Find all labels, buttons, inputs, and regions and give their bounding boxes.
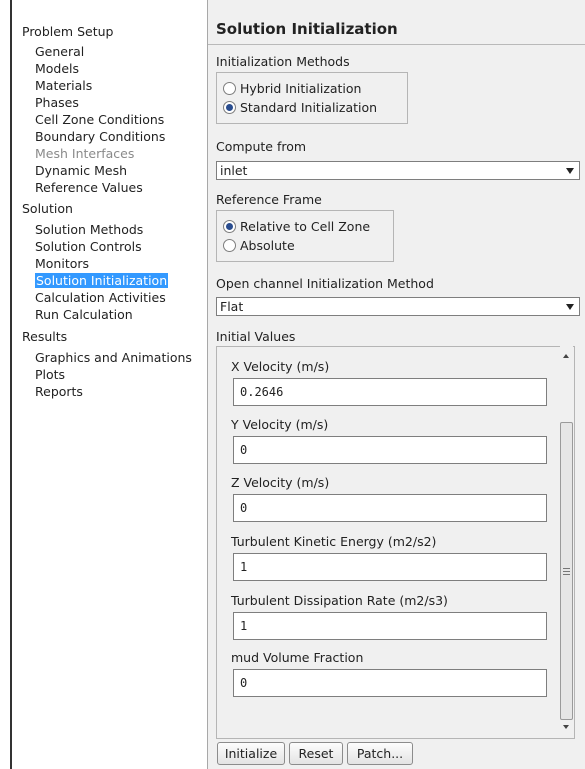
z-velocity-label: Z Velocity (m/s) [231, 475, 330, 490]
y-velocity-input[interactable] [233, 436, 547, 464]
grip-line [563, 574, 570, 575]
initial-values-label: Initial Values [216, 329, 296, 344]
chevron-down-icon[interactable] [566, 168, 574, 174]
open-channel-dropdown[interactable]: Flat [216, 297, 580, 316]
tree-item-solution-initialization[interactable]: Solution Initialization [35, 273, 169, 288]
scrollbar-thumb[interactable] [560, 422, 573, 720]
tree-item-dynamic-mesh[interactable]: Dynamic Mesh [35, 163, 127, 178]
turbulent-kinetic-energy-input[interactable] [233, 553, 547, 581]
tree-item-monitors[interactable]: Monitors [35, 256, 89, 271]
chevron-down-icon[interactable] [566, 304, 574, 310]
grip-line [563, 571, 570, 572]
tree-item-general[interactable]: General [35, 44, 84, 59]
radio-label: Standard Initialization [240, 100, 378, 115]
radio-label: Hybrid Initialization [240, 81, 362, 96]
radio-button-icon[interactable] [223, 82, 236, 95]
radio-button-checked-icon[interactable] [223, 101, 236, 114]
patch-button[interactable]: Patch... [347, 742, 413, 765]
tree-category-problem-setup[interactable]: Problem Setup [22, 24, 113, 39]
tree-item-cell-zone-conditions[interactable]: Cell Zone Conditions [35, 112, 164, 127]
tree-item-plots[interactable]: Plots [35, 367, 65, 382]
mud-volume-fraction-label: mud Volume Fraction [231, 650, 364, 665]
tree-item-boundary-conditions[interactable]: Boundary Conditions [35, 129, 165, 144]
init-methods-label: Initialization Methods [216, 54, 350, 69]
y-velocity-label: Y Velocity (m/s) [231, 417, 329, 432]
mud-volume-fraction-input[interactable] [233, 669, 547, 697]
vertical-scrollbar[interactable] [560, 346, 573, 737]
reset-button[interactable]: Reset [289, 742, 343, 765]
compute-from-dropdown[interactable]: inlet [216, 161, 580, 180]
tree-item-reference-values[interactable]: Reference Values [35, 180, 143, 195]
turbulent-kinetic-energy-label: Turbulent Kinetic Energy (m2/s2) [231, 534, 437, 549]
grip-line [563, 568, 570, 569]
panel-title: Solution Initialization [216, 20, 398, 38]
tree-item-models[interactable]: Models [35, 61, 79, 76]
initial-values-scroll-area[interactable]: X Velocity (m/s) Y Velocity (m/s) Z Velo… [216, 346, 575, 739]
tree-item-solution-controls[interactable]: Solution Controls [35, 239, 142, 254]
radio-hybrid-initialization[interactable]: Hybrid Initialization [223, 81, 361, 96]
tree-item-graphics-and-animations[interactable]: Graphics and Animations [35, 350, 192, 365]
tree-item-run-calculation[interactable]: Run Calculation [35, 307, 133, 322]
tree-item-calculation-activities[interactable]: Calculation Activities [35, 290, 166, 305]
task-panel: Solution Initialization Initialization M… [208, 0, 585, 769]
scroll-down-arrow-icon[interactable] [563, 725, 569, 729]
tree-item-mesh-interfaces: Mesh Interfaces [35, 146, 135, 161]
radio-relative-to-cell-zone[interactable]: Relative to Cell Zone [223, 219, 370, 234]
radio-label: Relative to Cell Zone [240, 219, 371, 234]
radio-label: Absolute [240, 238, 295, 253]
open-channel-label: Open channel Initialization Method [216, 276, 434, 291]
title-divider [208, 44, 585, 45]
x-velocity-label: X Velocity (m/s) [231, 359, 330, 374]
turbulent-dissipation-rate-input[interactable] [233, 612, 547, 640]
scroll-up-arrow-icon[interactable] [563, 354, 569, 358]
tree-item-phases[interactable]: Phases [35, 95, 79, 110]
radio-absolute[interactable]: Absolute [223, 238, 295, 253]
z-velocity-input[interactable] [233, 494, 547, 522]
open-channel-value: Flat [220, 299, 244, 314]
window-left-edge [10, 0, 12, 769]
compute-from-label: Compute from [216, 139, 307, 154]
init-methods-group: Hybrid Initialization Standard Initializ… [216, 72, 408, 124]
x-velocity-input[interactable] [233, 378, 547, 406]
initialize-button[interactable]: Initialize [217, 742, 285, 765]
tree-item-materials[interactable]: Materials [35, 78, 92, 93]
radio-button-checked-icon[interactable] [223, 220, 236, 233]
radio-button-icon[interactable] [223, 239, 236, 252]
turbulent-dissipation-rate-label: Turbulent Dissipation Rate (m2/s3) [231, 593, 448, 608]
tree-category-results[interactable]: Results [22, 329, 67, 344]
tree-category-solution[interactable]: Solution [22, 201, 73, 216]
compute-from-value: inlet [220, 163, 248, 178]
radio-standard-initialization[interactable]: Standard Initialization [223, 100, 377, 115]
tree-item-reports[interactable]: Reports [35, 384, 83, 399]
tree-item-solution-methods[interactable]: Solution Methods [35, 222, 143, 237]
reference-frame-label: Reference Frame [216, 192, 322, 207]
reference-frame-group: Relative to Cell Zone Absolute [216, 210, 394, 262]
